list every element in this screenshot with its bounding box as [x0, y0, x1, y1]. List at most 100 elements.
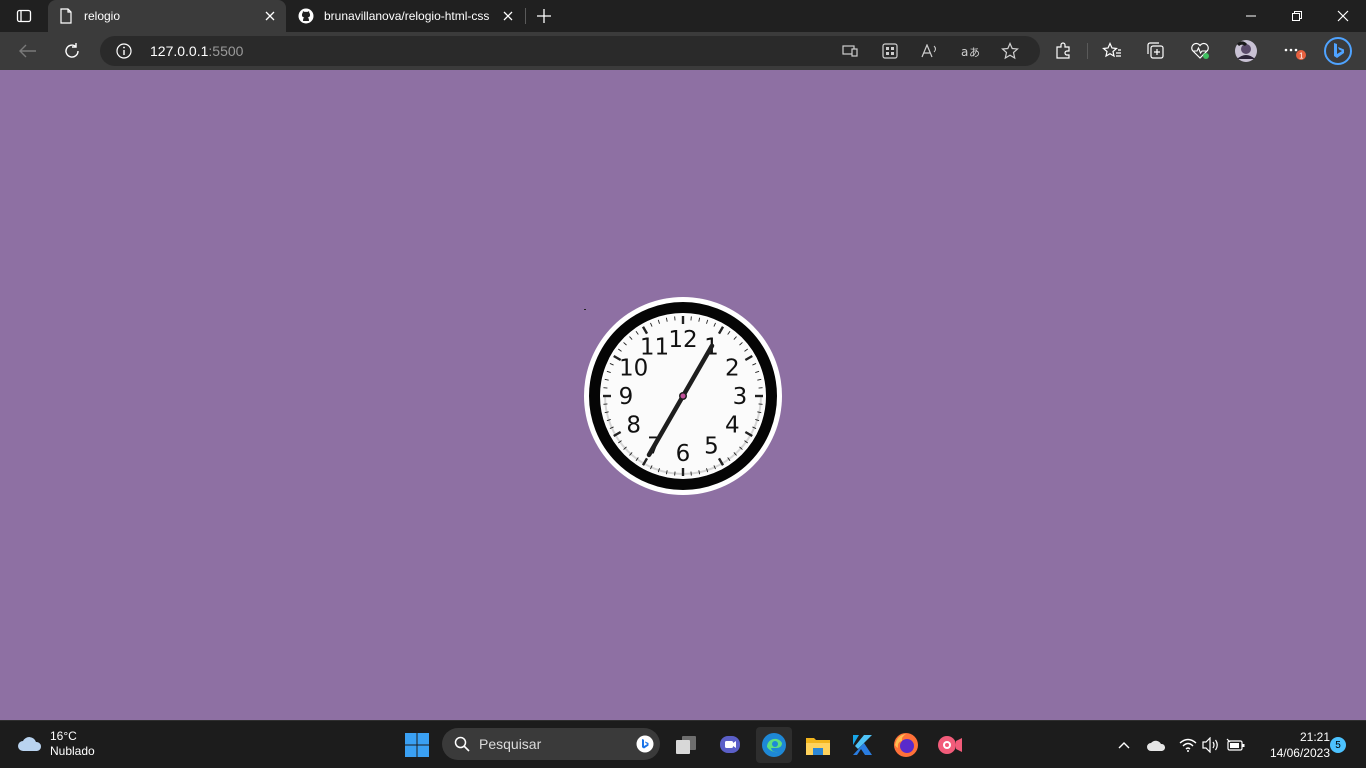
favorites-button[interactable]	[1097, 36, 1127, 66]
tab-strip: relogio brunavillanova/relogio-html-css	[0, 0, 1366, 32]
clock-number: 8	[626, 413, 641, 439]
bing-copilot-button[interactable]	[1323, 36, 1353, 66]
info-icon[interactable]	[116, 43, 132, 59]
github-icon	[298, 8, 314, 24]
chat-icon	[720, 736, 740, 753]
weather-description: Nublado	[50, 744, 95, 758]
page-content: 121234567891011	[0, 70, 1366, 720]
url-text[interactable]: 127.0.0.1:5500	[150, 43, 243, 59]
url-port: :5500	[208, 43, 244, 59]
clock-number: 12	[668, 327, 697, 353]
search-icon	[454, 736, 470, 752]
collections-icon	[1147, 42, 1164, 59]
close-tab-icon[interactable]	[500, 8, 516, 24]
battery-icon	[1226, 738, 1245, 751]
clock-number: 5	[704, 433, 719, 459]
browser-essentials-button[interactable]	[1185, 36, 1215, 66]
url-host: 127.0.0.1	[150, 43, 209, 59]
speaker-icon	[1202, 737, 1218, 753]
kotlin-app-button[interactable]	[844, 727, 880, 763]
minimize-icon	[1246, 15, 1256, 17]
svg-text:a: a	[961, 45, 968, 58]
refresh-button[interactable]	[57, 36, 87, 66]
collections-button[interactable]	[1141, 36, 1171, 66]
svg-text:1: 1	[1299, 52, 1304, 61]
search-placeholder: Pesquisar	[479, 736, 542, 752]
favorite-star-icon[interactable]	[1000, 41, 1020, 61]
page-icon	[58, 8, 74, 24]
heart-pulse-icon	[1191, 42, 1209, 59]
wifi-icon	[1179, 738, 1197, 752]
new-tab-button[interactable]	[532, 4, 556, 28]
back-button[interactable]	[13, 36, 43, 66]
show-hidden-icons-button[interactable]	[1114, 735, 1134, 755]
volume-button[interactable]	[1201, 735, 1221, 755]
clock-center-dot	[680, 393, 686, 399]
chevron-up-icon	[1118, 742, 1130, 749]
plus-icon	[537, 9, 551, 23]
tab-actions-button[interactable]	[8, 4, 40, 28]
bing-icon	[1324, 37, 1352, 65]
back-arrow-icon	[19, 44, 36, 58]
notification-badge[interactable]: 5	[1330, 737, 1346, 753]
favorites-icon	[1102, 42, 1121, 58]
system-clock[interactable]: 21:21 14/06/2023	[1254, 729, 1330, 761]
folder-icon	[806, 738, 830, 755]
file-explorer-button[interactable]	[800, 727, 836, 763]
wifi-button[interactable]	[1178, 735, 1198, 755]
browser-toolbar: 127.0.0.1:5500 aあ 1	[0, 32, 1366, 70]
clock-number: 11	[640, 335, 669, 361]
close-window-button[interactable]	[1320, 0, 1366, 32]
puzzle-icon	[1056, 42, 1070, 59]
weather-temperature: 16°C	[50, 729, 77, 743]
battery-button[interactable]	[1226, 735, 1246, 755]
profile-button[interactable]	[1231, 36, 1261, 66]
read-aloud-icon[interactable]	[920, 41, 940, 61]
clock-number: 3	[733, 384, 748, 410]
extensions-button[interactable]	[1048, 36, 1078, 66]
edge-icon	[762, 733, 786, 757]
tab-actions-icon	[16, 9, 32, 23]
tab-relogio[interactable]: relogio	[48, 0, 286, 32]
task-view-icon	[676, 736, 696, 754]
taskbar: 16°C Nublado Pesquisar 21:21 14/06/2023 …	[0, 720, 1366, 768]
refresh-icon	[65, 43, 79, 58]
clock-number: 6	[676, 441, 691, 467]
firefox-button[interactable]	[888, 727, 924, 763]
teams-chat-button[interactable]	[712, 727, 748, 763]
tab-separator	[525, 8, 526, 24]
windows-start-button[interactable]	[404, 732, 430, 758]
kotlin-icon	[853, 735, 872, 755]
toolbar-separator	[1087, 43, 1088, 59]
translate-icon[interactable]: aあ	[960, 41, 980, 61]
immersive-reader-icon[interactable]	[880, 41, 900, 61]
address-bar[interactable]: 127.0.0.1:5500 aあ	[100, 36, 1040, 66]
clock-number: 4	[725, 413, 740, 439]
onedrive-button[interactable]	[1146, 735, 1166, 755]
onedrive-cloud-icon	[1147, 740, 1166, 751]
firefox-icon	[894, 733, 918, 757]
minimize-button[interactable]	[1228, 0, 1274, 32]
avatar	[1235, 40, 1257, 62]
restore-button[interactable]	[1274, 0, 1320, 32]
cloud-icon	[18, 737, 42, 751]
tab-title: relogio	[84, 9, 121, 23]
analog-clock: 121234567891011	[584, 297, 782, 495]
system-date: 14/06/2023	[1269, 746, 1330, 760]
bing-icon	[636, 735, 654, 753]
settings-menu-button[interactable]: 1	[1279, 36, 1309, 66]
more-icon: 1	[1284, 48, 1306, 61]
close-icon	[1337, 10, 1349, 22]
close-tab-icon[interactable]	[262, 8, 278, 24]
app-available-icon[interactable]	[840, 41, 860, 61]
weather-widget[interactable]: 16°C Nublado	[16, 729, 95, 759]
screen-recorder-button[interactable]	[932, 727, 968, 763]
tab-github[interactable]: brunavillanova/relogio-html-css	[288, 0, 524, 32]
clock-number: 2	[725, 356, 740, 382]
restore-icon	[1292, 11, 1302, 21]
clock-number: 9	[619, 384, 634, 410]
task-view-button[interactable]	[668, 727, 704, 763]
edge-taskbar-button[interactable]	[756, 727, 792, 763]
taskbar-search[interactable]: Pesquisar	[442, 728, 660, 760]
svg-text:あ: あ	[969, 46, 979, 58]
